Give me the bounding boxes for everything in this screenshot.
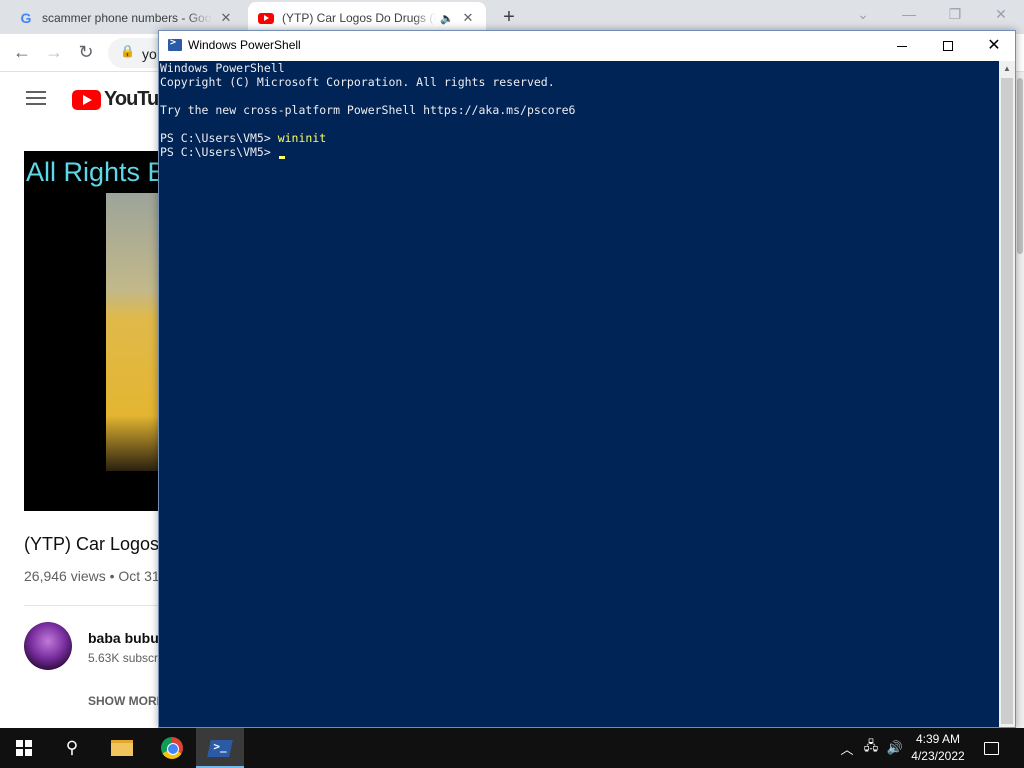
clock-time: 4:39 AM — [915, 732, 961, 746]
divider — [24, 605, 164, 606]
youtube-play-icon — [72, 89, 101, 110]
close-icon[interactable]: ✕ — [991, 6, 1011, 23]
tab-search-icon[interactable]: ⌄ — [853, 6, 873, 23]
powershell-taskbar-button[interactable] — [196, 728, 244, 768]
restore-icon[interactable]: ❐ — [945, 6, 965, 23]
menu-icon[interactable] — [26, 91, 46, 105]
page-scrollbar-thumb[interactable] — [1017, 78, 1023, 254]
start-button[interactable] — [0, 728, 48, 768]
close-icon: ✕ — [987, 37, 1001, 54]
taskbar: ⚲ ︿ 🖧 🔊 4:39 AM 4/23/2022 — [0, 728, 1024, 768]
console-line: Try the new cross-platform PowerShell ht… — [160, 103, 576, 117]
chrome-icon — [161, 737, 183, 759]
action-center-button[interactable] — [980, 728, 1002, 768]
close-tab-icon[interactable]: ✕ — [460, 10, 476, 26]
tab-label: scammer phone numbers - Goog — [42, 11, 212, 25]
channel-name[interactable]: baba bubu — [88, 630, 159, 646]
forward-icon[interactable]: → — [43, 42, 65, 63]
back-icon[interactable]: ← — [11, 42, 33, 63]
reload-icon[interactable]: ↻ — [75, 42, 97, 63]
file-explorer-icon — [111, 740, 133, 756]
console-line: Windows PowerShell — [160, 61, 285, 75]
prompt: PS C:\Users\VM5> — [160, 131, 278, 145]
prompt: PS C:\Users\VM5> — [160, 145, 278, 159]
subscriber-count: 5.63K subscr — [88, 651, 159, 665]
volume-icon[interactable]: 🔊 — [884, 728, 906, 768]
google-icon: G — [20, 10, 32, 26]
close-tab-icon[interactable]: ✕ — [218, 10, 234, 26]
video-frame-image — [106, 193, 164, 471]
minimize-button[interactable] — [879, 31, 925, 61]
search-icon: ⚲ — [65, 738, 79, 757]
search-button[interactable]: ⚲ — [48, 728, 96, 768]
powershell-window: Windows PowerShell ✕ Windows PowerShell … — [158, 30, 1016, 728]
show-hidden-icons-chevron-icon[interactable]: ︿ — [838, 728, 856, 768]
console-line: Copyright (C) Microsoft Corporation. All… — [160, 75, 555, 89]
notification-icon — [983, 741, 999, 755]
network-icon[interactable]: 🖧 — [860, 728, 882, 768]
show-more-button[interactable]: SHOW MORE — [88, 694, 165, 708]
tab-label: (YTP) Car Logos Do Drugs (R — [282, 11, 437, 25]
minimize-icon[interactable]: — — [899, 6, 919, 22]
powershell-icon[interactable] — [168, 37, 182, 51]
console-input-line[interactable]: PS C:\Users\VM5> — [160, 145, 999, 159]
video-title: (YTP) Car Logos — [24, 534, 160, 554]
audio-playing-icon[interactable]: 🔈 — [440, 12, 454, 25]
console-scrollbar-thumb[interactable] — [1001, 78, 1013, 724]
console-scrollbar[interactable]: ▲ — [999, 61, 1015, 727]
maximize-icon — [943, 41, 953, 51]
command-text: wininit — [277, 131, 327, 145]
system-clock[interactable]: 4:39 AM 4/23/2022 — [906, 731, 970, 765]
title-bar[interactable]: Windows PowerShell ✕ — [159, 31, 1015, 61]
powershell-icon — [207, 739, 233, 757]
chrome-button[interactable] — [148, 728, 196, 768]
youtube-icon — [258, 12, 274, 24]
lock-icon: 🔒 — [120, 44, 135, 58]
video-view-count: 26,946 views • Oct 31 — [24, 568, 160, 584]
minimize-icon — [897, 45, 907, 47]
tab-strip: G scammer phone numbers - Goog ✕ (YTP) C… — [0, 0, 1024, 34]
console-line: PS C:\Users\VM5> wininit — [160, 131, 999, 145]
console-output[interactable]: Windows PowerShell Copyright (C) Microso… — [159, 61, 999, 727]
close-button[interactable]: ✕ — [971, 31, 1017, 61]
video-player[interactable]: All Rights Be — [24, 151, 164, 511]
avatar[interactable] — [24, 622, 72, 670]
window-title: Windows PowerShell — [188, 38, 301, 52]
clock-date: 4/23/2022 — [911, 749, 965, 763]
url-text: yo — [142, 46, 157, 62]
file-explorer-button[interactable] — [98, 728, 146, 768]
video-overlay-text: All Rights Be — [26, 157, 164, 187]
start-icon — [16, 740, 32, 756]
text-cursor — [278, 156, 285, 159]
scroll-up-icon[interactable]: ▲ — [999, 61, 1015, 77]
new-tab-button[interactable]: + — [498, 6, 520, 29]
maximize-button[interactable] — [925, 31, 971, 61]
